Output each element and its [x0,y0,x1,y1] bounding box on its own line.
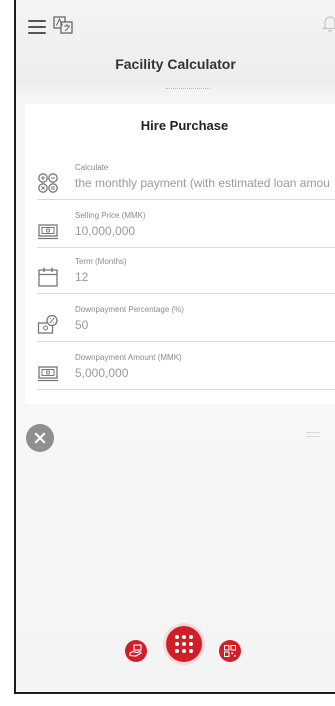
hand-money-icon [129,644,142,657]
frame-left-border [14,0,16,694]
home-apps-button[interactable] [166,626,202,662]
downpayment-percentage-field[interactable]: Downpayment Percentage (%) 50 [37,302,335,342]
hamburger-menu-icon[interactable] [28,20,46,34]
qr-nav-button[interactable] [219,640,241,662]
selling-price-field[interactable]: Selling Price (MMK) 10,000,000 [37,208,335,248]
downpayment-percentage-label: Downpayment Percentage (%) [75,305,184,314]
calculate-icon [38,173,58,193]
top-bar [16,0,335,40]
title-divider [166,88,210,90]
card-title: Hire Purchase [140,118,229,133]
term-label: Term (Months) [75,257,127,266]
screen: Facility Calculator Hire Purchase Calcul… [0,0,335,706]
loan-nav-button[interactable] [125,640,147,662]
calculate-value: the monthly payment (with estimated loan… [75,176,330,190]
downpayment-amount-value[interactable]: 5,000,000 [75,366,128,380]
selling-price-value[interactable]: 10,000,000 [75,224,135,238]
calculate-label: Calculate [75,163,109,172]
language-icon[interactable] [53,16,73,34]
clear-button[interactable] [26,424,54,452]
term-field[interactable]: Term (Months) 12 [37,254,335,294]
frame-bottom-border [14,692,335,694]
calculator-card: Hire Purchase Calculate the monthly paym… [25,104,335,404]
money-percent-icon [37,314,58,334]
notification-bell-icon[interactable] [321,13,335,33]
calendar-icon [38,267,58,287]
money-icon [38,224,58,240]
selling-price-label: Selling Price (MMK) [75,211,146,220]
app-window: Facility Calculator Hire Purchase Calcul… [16,0,335,692]
downpayment-amount-field[interactable]: Downpayment Amount (MMK) 5,000,000 [37,350,335,390]
equals-icon[interactable] [306,432,320,442]
term-value[interactable]: 12 [75,270,88,284]
qr-code-icon [224,645,236,657]
calculate-field[interactable]: Calculate the monthly payment (with esti… [37,160,335,200]
money-icon [38,366,58,382]
downpayment-amount-label: Downpayment Amount (MMK) [75,353,182,362]
page-title: Facility Calculator [115,56,236,72]
apps-grid-icon [175,635,193,653]
downpayment-percentage-value[interactable]: 50 [75,318,88,332]
